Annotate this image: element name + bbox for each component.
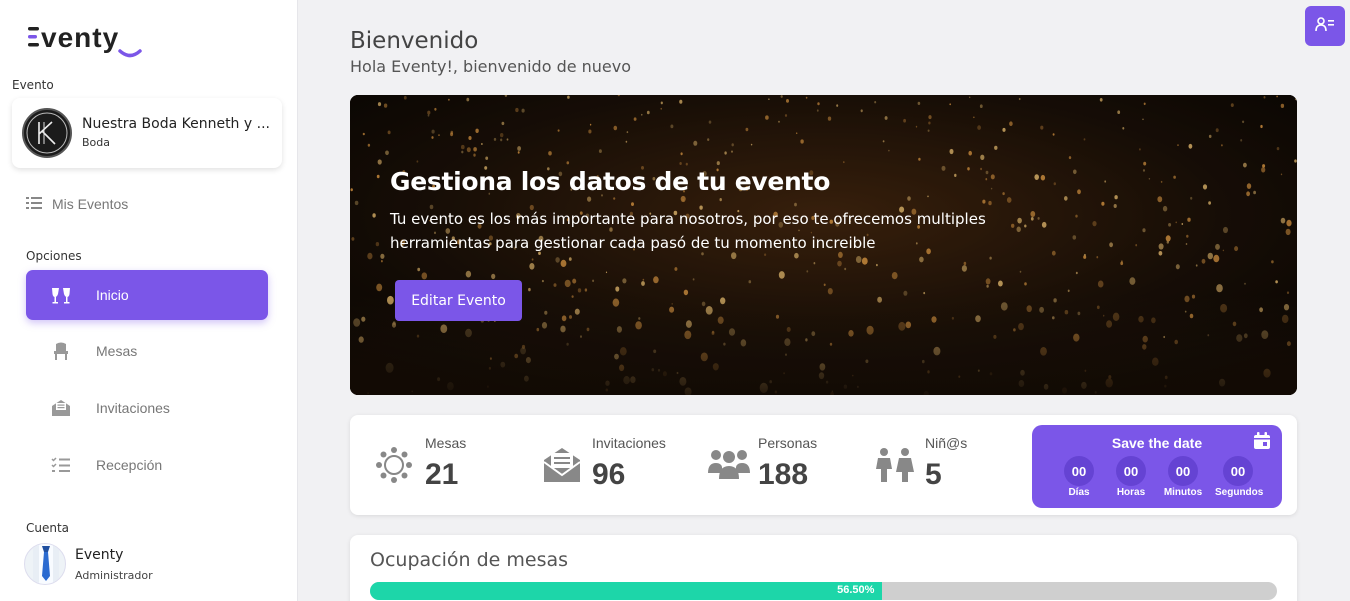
list-icon [26, 196, 42, 213]
stat-label: Personas [758, 435, 818, 451]
countdown-minutes-label: Minutos [1163, 487, 1203, 498]
event-monogram-avatar [22, 108, 72, 158]
user-card-icon [1315, 16, 1335, 37]
eventy-logo[interactable]: venty [26, 22, 166, 60]
people-icon [707, 447, 751, 486]
save-the-date-title: Save the date [1111, 435, 1203, 451]
children-icon [873, 447, 917, 488]
countdown-days-value: 00 [1064, 456, 1094, 486]
sidebar: venty Evento Nuestra Boda Kenneth y ... … [0, 0, 298, 601]
countdown-days-label: Días [1068, 487, 1090, 498]
countdown-seconds: 00 Segundos [1215, 456, 1264, 498]
countdown-days: 00 Días [1059, 456, 1099, 498]
countdown-seconds-value: 00 [1223, 456, 1253, 486]
stat-value: 96 [592, 458, 626, 491]
sidebar-item-mesas[interactable]: Mesas [26, 326, 268, 376]
stat-value: 21 [425, 458, 459, 491]
glasses-cheers-icon [26, 286, 96, 304]
sidebar-item-invitaciones[interactable]: Invitaciones [26, 383, 268, 433]
account-role: Administrador [75, 569, 153, 582]
event-name: Nuestra Boda Kenneth y ... [82, 116, 270, 132]
countdown-hours: 00 Horas [1111, 456, 1151, 498]
stat-value: 5 [925, 458, 942, 491]
occupancy-percent-label: 56.50% [837, 584, 875, 596]
round-table-icon [376, 447, 412, 488]
event-stats-card: Mesas 21 Invitaciones 96 Personas 188 Ni… [350, 415, 1297, 515]
event-selector-card[interactable]: Nuestra Boda Kenneth y ... Boda [12, 98, 282, 168]
account-name: Eventy [75, 547, 124, 563]
sidebar-item-recepcion[interactable]: Recepción [26, 440, 268, 490]
avatar [24, 543, 66, 585]
hero-banner: Gestiona los datos de tu evento Tu event… [350, 95, 1297, 395]
options-section-label: Opciones [26, 249, 82, 263]
page-subtitle: Hola Eventy!, bienvenido de nuevo [350, 57, 632, 76]
countdown-seconds-label: Segundos [1215, 487, 1264, 498]
countdown-hours-value: 00 [1116, 456, 1146, 486]
envelope-icon [543, 447, 581, 488]
event-section-label: Evento [12, 78, 54, 92]
occupancy-title: Ocupación de mesas [370, 549, 569, 571]
stat-label: Mesas [425, 435, 467, 451]
stat-value: 188 [758, 458, 809, 491]
hero-description: Tu evento es los más importante para nos… [390, 210, 986, 252]
stat-label: Invitaciones [592, 435, 666, 451]
edit-event-button[interactable]: Editar Evento [395, 280, 522, 321]
profile-menu-button[interactable] [1305, 6, 1345, 46]
sidebar-item-label: Invitaciones [96, 400, 170, 416]
chair-icon [26, 342, 96, 360]
my-events-link[interactable]: Mis Eventos [26, 194, 128, 214]
countdown-minutes-value: 00 [1168, 456, 1198, 486]
countdown-hours-label: Horas [1116, 487, 1146, 498]
hero-title: Gestiona los datos de tu evento [390, 167, 831, 196]
my-events-label: Mis Eventos [52, 196, 129, 212]
envelope-open-icon [26, 399, 96, 417]
sidebar-item-label: Inicio [96, 287, 129, 303]
calendar-icon [1253, 432, 1271, 455]
countdown-minutes: 00 Minutos [1163, 456, 1203, 498]
event-type: Boda [82, 136, 110, 149]
account-section-label: Cuenta [26, 521, 70, 535]
stat-label: Niñ@s [925, 435, 968, 451]
sidebar-item-inicio[interactable]: Inicio [26, 270, 268, 320]
svg-text:venty: venty [41, 22, 119, 53]
table-occupancy-card: Ocupación de mesas 56.50% [350, 535, 1297, 601]
occupancy-progress-bar: 56.50% [370, 582, 1277, 600]
sidebar-item-label: Recepción [96, 457, 163, 473]
page-title: Bienvenido [350, 28, 479, 54]
save-the-date-countdown: Save the date 00 Días 00 Horas 00 Minuto… [1032, 425, 1282, 508]
checklist-icon [26, 457, 96, 473]
occupancy-progress-fill: 56.50% [370, 582, 883, 600]
sidebar-item-label: Mesas [96, 343, 138, 359]
